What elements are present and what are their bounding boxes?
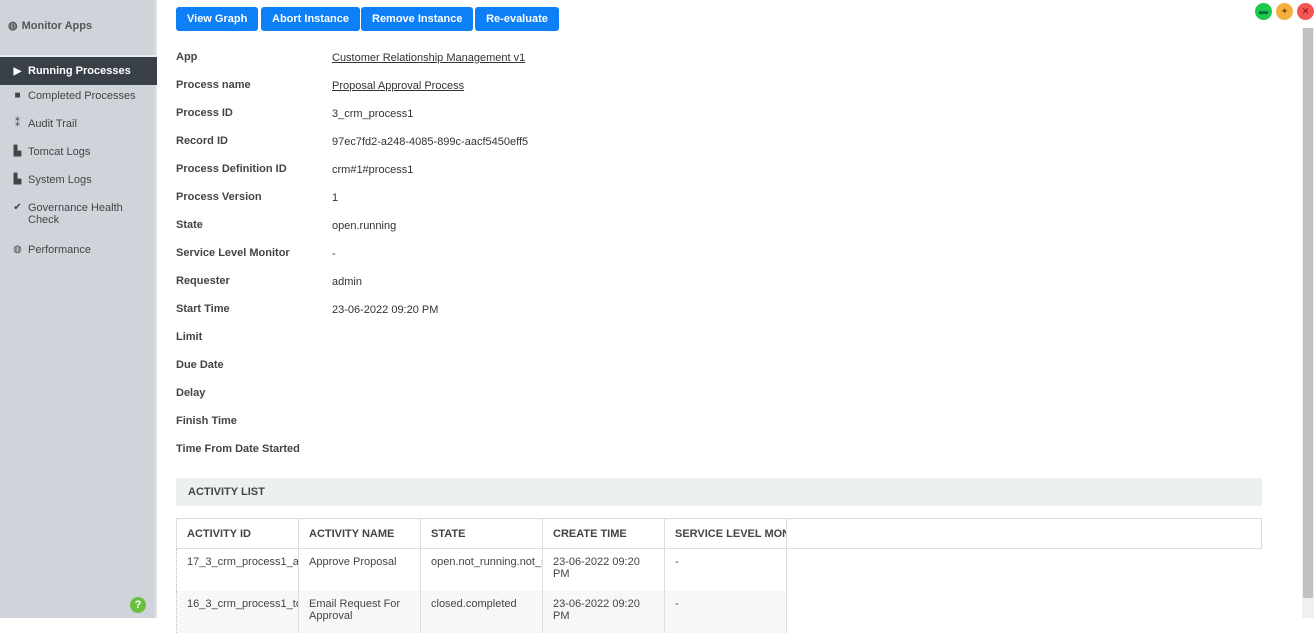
column-header[interactable]: ACTIVITY ID bbox=[176, 518, 299, 549]
abort-instance-button[interactable]: Abort Instance bbox=[261, 7, 361, 31]
sidebar-item-audit-trail[interactable]: ⁑ Audit Trail bbox=[0, 118, 157, 130]
column-header[interactable]: SERVICE LEVEL MONITOR bbox=[664, 518, 787, 549]
table-row[interactable]: 17_3_crm_process1_approve_proposalApprov… bbox=[176, 548, 1262, 591]
detail-value: crm#1#process1 bbox=[332, 164, 414, 176]
detail-value: open.running bbox=[332, 220, 397, 232]
scrollbar-thumb[interactable] bbox=[1303, 28, 1313, 598]
remove-instance-button[interactable]: Remove Instance bbox=[361, 7, 474, 31]
detail-label: Finish Time bbox=[176, 415, 237, 427]
maximize-icon[interactable]: ▬ bbox=[1255, 3, 1272, 20]
sidebar-item-running-processes[interactable]: ▶ Running Processes bbox=[0, 57, 157, 85]
column-header[interactable]: ACTIVITY NAME bbox=[298, 518, 421, 549]
detail-label: Start Time bbox=[176, 303, 230, 315]
detail-label: Service Level Monitor bbox=[176, 247, 290, 259]
check-circle-icon: ✔ bbox=[13, 202, 22, 213]
column-header[interactable]: CREATE TIME bbox=[542, 518, 665, 549]
sidebar: ◍ Monitor Apps ▶ Running Processes ■ Complet… bbox=[0, 0, 157, 618]
sidebar-item-tomcat-logs[interactable]: ▙ Tomcat Logs bbox=[0, 146, 157, 158]
table-cell: open.not_running.not_started bbox=[420, 548, 543, 591]
table-row[interactable]: 16_3_crm_process1_tool1Email Request For… bbox=[176, 590, 1262, 633]
gauge-icon: ◍ bbox=[8, 20, 18, 32]
detail-value: 23-06-2022 09:20 PM bbox=[332, 304, 439, 316]
detail-label: Time From Date Started bbox=[176, 443, 300, 455]
play-icon: ▶ bbox=[13, 65, 22, 77]
detail-value: admin bbox=[332, 276, 362, 288]
table-cell: 23-06-2022 09:20 PM bbox=[542, 548, 665, 591]
activity-list-header: ACTIVITY LIST bbox=[176, 478, 1262, 506]
table-cell: - bbox=[664, 548, 787, 591]
re-evaluate-button[interactable]: Re-evaluate bbox=[475, 7, 559, 31]
footprints-icon: ⁑ bbox=[15, 118, 20, 129]
table-cell: - bbox=[664, 590, 787, 633]
detail-label: Process ID bbox=[176, 107, 233, 119]
sidebar-item-governance-health-check[interactable]: ✔ Governance Health Check bbox=[0, 202, 157, 226]
detail-label: Record ID bbox=[176, 135, 228, 147]
detail-label: Process Definition ID bbox=[176, 163, 287, 175]
view-graph-button[interactable]: View Graph bbox=[176, 7, 259, 31]
table-cell: 17_3_crm_process1_approve_proposal bbox=[176, 548, 299, 591]
pin-icon[interactable]: ✦ bbox=[1276, 3, 1293, 20]
detail-value: - bbox=[332, 248, 336, 260]
detail-link[interactable]: Proposal Approval Process bbox=[332, 80, 464, 92]
detail-label: Due Date bbox=[176, 359, 224, 371]
table-cell: 23-06-2022 09:20 PM bbox=[542, 590, 665, 633]
sidebar-item-completed-processes[interactable]: ■ Completed Processes bbox=[0, 90, 157, 102]
gauge-icon: ◍ bbox=[13, 244, 22, 255]
detail-label: State bbox=[176, 219, 203, 231]
detail-label: Process name bbox=[176, 79, 251, 91]
column-header[interactable]: STATE bbox=[420, 518, 543, 549]
detail-value: 97ec7fd2-a248-4085-899c-aacf5450eff5 bbox=[332, 136, 529, 148]
scroll-icon: ▙ bbox=[13, 174, 22, 185]
table-cell: closed.completed bbox=[420, 590, 543, 633]
detail-link[interactable]: Customer Relationship Management v1 bbox=[332, 52, 525, 64]
detail-label: Process Version bbox=[176, 191, 262, 203]
sidebar-item-system-logs[interactable]: ▙ System Logs bbox=[0, 174, 157, 186]
detail-label: Requester bbox=[176, 275, 230, 287]
help-icon[interactable]: ? bbox=[130, 597, 146, 613]
table-cell: 16_3_crm_process1_tool1 bbox=[176, 590, 299, 633]
detail-label: Delay bbox=[176, 387, 206, 399]
detail-label: App bbox=[176, 51, 198, 63]
detail-value: 3_crm_process1 bbox=[332, 108, 414, 120]
table-cell: Email Request For Approval bbox=[298, 590, 421, 633]
scroll-icon: ▙ bbox=[13, 146, 22, 157]
detail-value: 1 bbox=[332, 192, 339, 204]
activity-table: ACTIVITY ID ACTIVITY NAME STATE CREATE TIME… bbox=[176, 518, 1262, 633]
detail-label: Limit bbox=[176, 331, 203, 343]
table-cell: Approve Proposal bbox=[298, 548, 421, 591]
close-icon[interactable]: ✕ bbox=[1297, 3, 1314, 20]
sidebar-item-performance[interactable]: ◍ Performance bbox=[0, 244, 157, 256]
square-icon: ■ bbox=[14, 90, 21, 101]
brand[interactable]: ◍ Monitor Apps bbox=[8, 19, 92, 33]
